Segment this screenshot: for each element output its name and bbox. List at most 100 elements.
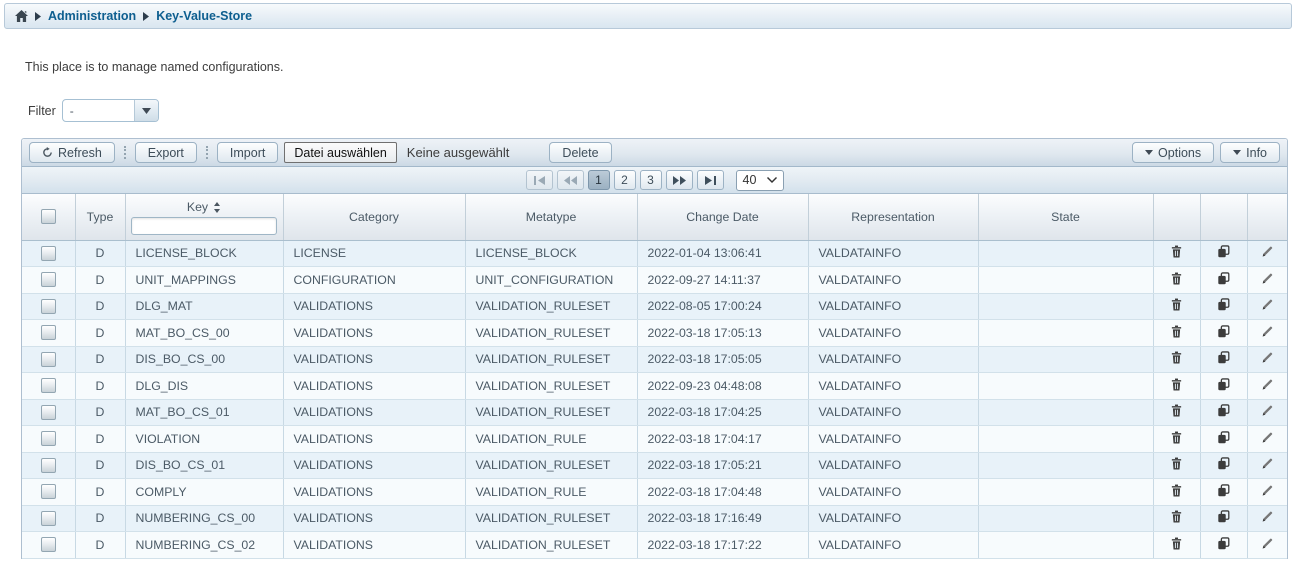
- refresh-icon: [42, 147, 53, 158]
- export-button[interactable]: Export: [135, 142, 197, 163]
- chevron-down-icon: [767, 177, 777, 183]
- copy-icon[interactable]: [1217, 378, 1230, 391]
- refresh-button[interactable]: Refresh: [29, 142, 115, 163]
- filter-dropdown[interactable]: -: [62, 99, 159, 122]
- cell-category: VALIDATIONS: [283, 373, 465, 400]
- rows-per-page-select[interactable]: 40: [736, 170, 784, 191]
- cell-metatype: VALIDATION_RULESET: [465, 505, 637, 532]
- trash-icon[interactable]: [1170, 457, 1183, 470]
- copy-icon[interactable]: [1217, 245, 1230, 258]
- cell-metatype: UNIT_CONFIGURATION: [465, 267, 637, 294]
- row-checkbox[interactable]: [41, 405, 56, 420]
- copy-icon[interactable]: [1217, 537, 1230, 550]
- cell-category: VALIDATIONS: [283, 479, 465, 506]
- cell-key: MAT_BO_CS_00: [125, 320, 283, 347]
- edit-pencil-action-cell: [1247, 532, 1287, 559]
- copy-icon[interactable]: [1217, 457, 1230, 470]
- edit-pencil-icon[interactable]: [1261, 325, 1274, 338]
- row-checkbox[interactable]: [41, 511, 56, 526]
- import-button[interactable]: Import: [217, 142, 278, 163]
- edit-pencil-icon[interactable]: [1261, 378, 1274, 391]
- info-button[interactable]: Info: [1220, 142, 1280, 163]
- edit-pencil-icon[interactable]: [1261, 351, 1274, 364]
- edit-pencil-action-cell: [1247, 505, 1287, 532]
- edit-pencil-icon[interactable]: [1261, 431, 1274, 444]
- table-row: DLICENSE_BLOCKLICENSELICENSE_BLOCK2022-0…: [22, 240, 1287, 267]
- edit-pencil-icon[interactable]: [1261, 484, 1274, 497]
- trash-icon[interactable]: [1170, 510, 1183, 523]
- row-checkbox[interactable]: [41, 272, 56, 287]
- delete-button[interactable]: Delete: [549, 142, 611, 163]
- edit-pencil-icon[interactable]: [1261, 404, 1274, 417]
- chevron-down-icon[interactable]: [134, 100, 158, 121]
- copy-icon[interactable]: [1217, 404, 1230, 417]
- row-checkbox[interactable]: [41, 246, 56, 261]
- trash-action-cell: [1153, 505, 1200, 532]
- table-row: DUNIT_MAPPINGSCONFIGURATIONUNIT_CONFIGUR…: [22, 267, 1287, 294]
- cell-representation: VALDATAINFO: [808, 479, 978, 506]
- edit-pencil-icon[interactable]: [1261, 298, 1274, 311]
- select-all-checkbox[interactable]: [41, 209, 56, 224]
- page-button-1[interactable]: 1: [588, 170, 610, 190]
- edit-pencil-icon[interactable]: [1261, 272, 1274, 285]
- row-checkbox[interactable]: [41, 537, 56, 552]
- copy-icon[interactable]: [1217, 351, 1230, 364]
- trash-icon[interactable]: [1170, 298, 1183, 311]
- prev-page-button[interactable]: [557, 170, 584, 190]
- trash-action-cell: [1153, 426, 1200, 453]
- breadcrumb-item-key-value-store[interactable]: Key-Value-Store: [156, 9, 252, 23]
- edit-pencil-icon[interactable]: [1261, 510, 1274, 523]
- key-sort-toggle[interactable]: Key: [126, 200, 283, 214]
- copy-icon[interactable]: [1217, 272, 1230, 285]
- copy-icon[interactable]: [1217, 325, 1230, 338]
- cell-representation: VALDATAINFO: [808, 267, 978, 294]
- key-filter-input[interactable]: [131, 217, 277, 235]
- page-button-3[interactable]: 3: [640, 170, 662, 190]
- row-checkbox[interactable]: [41, 458, 56, 473]
- row-checkbox[interactable]: [41, 352, 56, 367]
- cell-representation: VALDATAINFO: [808, 320, 978, 347]
- row-checkbox[interactable]: [41, 431, 56, 446]
- trash-icon[interactable]: [1170, 245, 1183, 258]
- copy-action-cell: [1200, 532, 1247, 559]
- trash-icon[interactable]: [1170, 404, 1183, 417]
- options-button[interactable]: Options: [1132, 142, 1214, 163]
- trash-icon[interactable]: [1170, 351, 1183, 364]
- home-icon[interactable]: [15, 10, 28, 22]
- options-button-label: Options: [1158, 146, 1201, 160]
- trash-icon[interactable]: [1170, 378, 1183, 391]
- copy-icon[interactable]: [1217, 298, 1230, 311]
- trash-icon[interactable]: [1170, 484, 1183, 497]
- row-checkbox[interactable]: [41, 484, 56, 499]
- info-button-label: Info: [1246, 146, 1267, 160]
- row-checkbox[interactable]: [41, 325, 56, 340]
- last-page-button[interactable]: [697, 170, 724, 190]
- seek-first-icon: [533, 176, 546, 185]
- file-choose-button[interactable]: Datei auswählen: [284, 142, 396, 163]
- row-checkbox[interactable]: [41, 299, 56, 314]
- copy-icon[interactable]: [1217, 510, 1230, 523]
- edit-pencil-icon[interactable]: [1261, 245, 1274, 258]
- next-page-button[interactable]: [666, 170, 693, 190]
- breadcrumb-item-administration[interactable]: Administration: [48, 9, 136, 23]
- edit-pencil-icon[interactable]: [1261, 537, 1274, 550]
- cell-representation: VALDATAINFO: [808, 399, 978, 426]
- row-checkbox[interactable]: [41, 378, 56, 393]
- edit-pencil-action-cell: [1247, 293, 1287, 320]
- cell-key: NUMBERING_CS_02: [125, 532, 283, 559]
- copy-icon[interactable]: [1217, 484, 1230, 497]
- page-button-2[interactable]: 2: [614, 170, 636, 190]
- trash-icon[interactable]: [1170, 431, 1183, 444]
- copy-icon[interactable]: [1217, 431, 1230, 444]
- trash-icon[interactable]: [1170, 325, 1183, 338]
- first-page-button[interactable]: [526, 170, 553, 190]
- trash-icon[interactable]: [1170, 537, 1183, 550]
- seek-prev-icon: [564, 176, 577, 185]
- trash-action-cell: [1153, 346, 1200, 373]
- cell-key: NUMBERING_CS_00: [125, 505, 283, 532]
- row-checkbox-cell: [22, 505, 75, 532]
- cell-state: [978, 399, 1153, 426]
- cell-category: VALIDATIONS: [283, 505, 465, 532]
- edit-pencil-icon[interactable]: [1261, 457, 1274, 470]
- trash-icon[interactable]: [1170, 272, 1183, 285]
